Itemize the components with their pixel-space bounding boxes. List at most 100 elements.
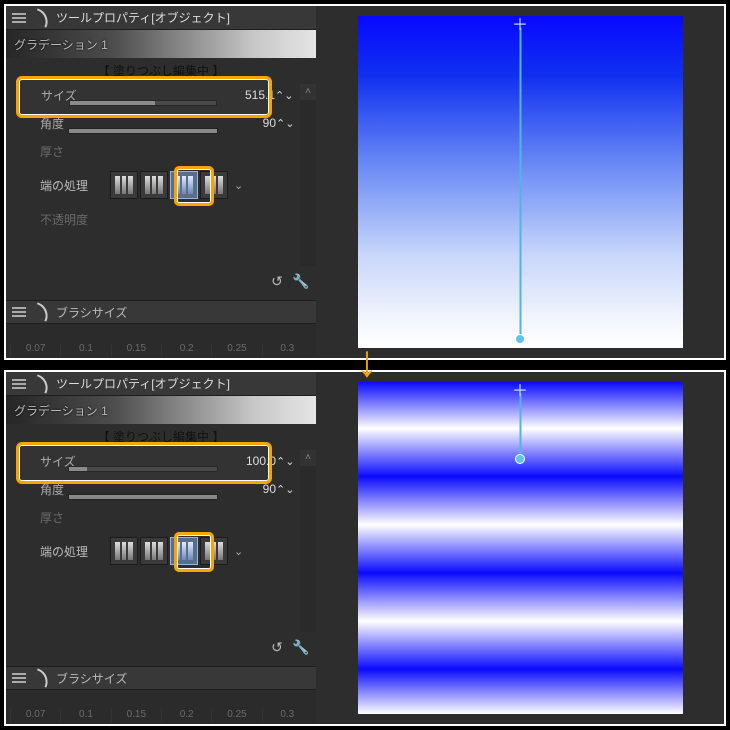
tick: 0.2 [161, 343, 211, 356]
editing-status: 【 塗りつぶし編集中 】 [6, 58, 316, 79]
tick: 0.25 [211, 709, 261, 722]
tick: 0.3 [262, 343, 312, 356]
scroll-up-icon[interactable]: ˄ [300, 84, 316, 100]
menu-icon[interactable] [12, 379, 26, 389]
transition-arrow-icon: ↓ [356, 340, 378, 384]
panel-title: ツールプロパティ[オブジェクト] [56, 9, 230, 26]
gradient-header: グラデーション 1 [6, 396, 316, 424]
gradient-name: グラデーション 1 [14, 36, 108, 53]
brush-size-ticks[interactable]: 0.07 0.1 0.15 0.2 0.25 0.3 [6, 690, 316, 724]
edge-toggle-group [110, 171, 228, 199]
edge-option-4[interactable] [200, 537, 228, 565]
thickness-label: 厚さ [40, 509, 112, 526]
edge-dropdown-icon[interactable]: ⌄ [234, 179, 243, 192]
opacity-row: 不透明度 [20, 205, 302, 233]
panel-title: ツールプロパティ[オブジェクト] [56, 375, 230, 392]
brush-size-bar: ブラシサイズ [6, 300, 316, 324]
edge-dropdown-icon[interactable]: ⌄ [234, 545, 243, 558]
thickness-row: 厚さ [20, 503, 302, 531]
brush-size-label: ブラシサイズ [56, 304, 127, 321]
opacity-label: 不透明度 [40, 211, 112, 228]
property-scrollbar[interactable]: ˄ [300, 84, 316, 266]
settings-icon[interactable]: 🔧 [290, 270, 312, 292]
brush-size-bar: ブラシサイズ [6, 666, 316, 690]
gradient-end-handle[interactable] [515, 454, 525, 464]
size-value[interactable]: 100.0 [224, 454, 276, 468]
edge-toggle-group [110, 537, 228, 565]
thickness-row: 厚さ [20, 137, 302, 165]
brush-size-ticks[interactable]: 0.07 0.1 0.15 0.2 0.25 0.3 [6, 324, 316, 358]
edge-option-3-selected[interactable] [170, 537, 198, 565]
property-list: サイズ 100.0 ⌃⌄ 角度 90 ⌃⌄ 厚さ 端の処理 [6, 445, 316, 573]
reset-icon[interactable]: ↺ [266, 270, 288, 292]
size-value[interactable]: 515.1 [223, 88, 275, 102]
angle-value[interactable]: 90 [224, 482, 276, 496]
settings-icon[interactable]: 🔧 [290, 636, 312, 658]
tool-property-panel: ツールプロパティ[オブジェクト] グラデーション 1 【 塗りつぶし編集中 】 … [6, 372, 316, 724]
size-slider[interactable] [69, 100, 217, 106]
canvas-area: ＋ [316, 372, 724, 724]
before-frame: ツールプロパティ[オブジェクト] グラデーション 1 【 塗りつぶし編集中 】 … [4, 4, 726, 360]
edge-row: 端の処理 ⌄ [20, 165, 302, 205]
gradient-name: グラデーション 1 [14, 402, 108, 419]
brush-size-label: ブラシサイズ [56, 670, 127, 687]
edge-label: 端の処理 [40, 177, 110, 194]
brush-icon [32, 671, 52, 685]
tool-property-panel: ツールプロパティ[オブジェクト] グラデーション 1 【 塗りつぶし編集中 】 … [6, 6, 316, 358]
size-stepper[interactable]: ⌃⌄ [275, 89, 289, 102]
gradient-handle-line[interactable] [520, 28, 521, 338]
size-stepper[interactable]: ⌃⌄ [276, 455, 290, 468]
brush-icon [32, 305, 52, 319]
tick: 0.07 [10, 343, 60, 356]
edge-label: 端の処理 [40, 543, 110, 560]
gradient-canvas-top[interactable]: ＋ [358, 16, 683, 348]
size-row[interactable]: サイズ 515.1 ⌃⌄ [20, 81, 302, 109]
angle-row[interactable]: 角度 90 ⌃⌄ [20, 475, 302, 503]
thickness-label: 厚さ [40, 143, 112, 160]
panel-footer-icons: ↺ 🔧 [266, 636, 312, 658]
gradient-handle-line[interactable] [520, 394, 521, 460]
angle-value[interactable]: 90 [224, 116, 276, 130]
menu-icon[interactable] [12, 673, 26, 683]
edge-row: 端の処理 ⌄ [20, 531, 302, 571]
edge-option-2[interactable] [140, 171, 168, 199]
property-list: サイズ 515.1 ⌃⌄ 角度 90 ⌃⌄ 厚さ 端の処理 [6, 79, 316, 235]
angle-stepper[interactable]: ⌃⌄ [276, 117, 290, 130]
after-frame: ツールプロパティ[オブジェクト] グラデーション 1 【 塗りつぶし編集中 】 … [4, 370, 726, 726]
tick: 0.25 [211, 343, 261, 356]
panel-footer-icons: ↺ 🔧 [266, 270, 312, 292]
gradient-start-handle[interactable]: ＋ [512, 384, 528, 400]
edge-option-4[interactable] [200, 171, 228, 199]
angle-row[interactable]: 角度 90 ⌃⌄ [20, 109, 302, 137]
brush-icon [32, 377, 52, 391]
tick: 0.15 [111, 343, 161, 356]
angle-slider[interactable] [68, 494, 218, 500]
panel-titlebar: ツールプロパティ[オブジェクト] [6, 372, 316, 396]
tick: 0.1 [60, 709, 110, 722]
canvas-area: ＋ [316, 6, 724, 358]
menu-icon[interactable] [12, 307, 26, 317]
gradient-start-handle[interactable]: ＋ [512, 18, 528, 34]
size-slider[interactable] [68, 466, 218, 472]
brush-icon [32, 11, 52, 25]
tick: 0.2 [161, 709, 211, 722]
tick: 0.07 [10, 709, 60, 722]
edge-option-1[interactable] [110, 171, 138, 199]
edge-option-3-selected[interactable] [170, 171, 198, 199]
edge-option-1[interactable] [110, 537, 138, 565]
gradient-end-handle[interactable] [515, 334, 525, 344]
angle-stepper[interactable]: ⌃⌄ [276, 483, 290, 496]
gradient-header: グラデーション 1 [6, 30, 316, 58]
gradient-canvas-bottom[interactable]: ＋ [358, 382, 683, 714]
menu-icon[interactable] [12, 13, 26, 23]
angle-slider[interactable] [68, 128, 218, 134]
property-scrollbar[interactable]: ˄ [300, 450, 316, 632]
tick: 0.1 [60, 343, 110, 356]
panel-titlebar: ツールプロパティ[オブジェクト] [6, 6, 316, 30]
reset-icon[interactable]: ↺ [266, 636, 288, 658]
edge-option-2[interactable] [140, 537, 168, 565]
size-row[interactable]: サイズ 100.0 ⌃⌄ [20, 447, 302, 475]
scroll-up-icon[interactable]: ˄ [300, 450, 316, 466]
tick: 0.3 [262, 709, 312, 722]
editing-status: 【 塗りつぶし編集中 】 [6, 424, 316, 445]
